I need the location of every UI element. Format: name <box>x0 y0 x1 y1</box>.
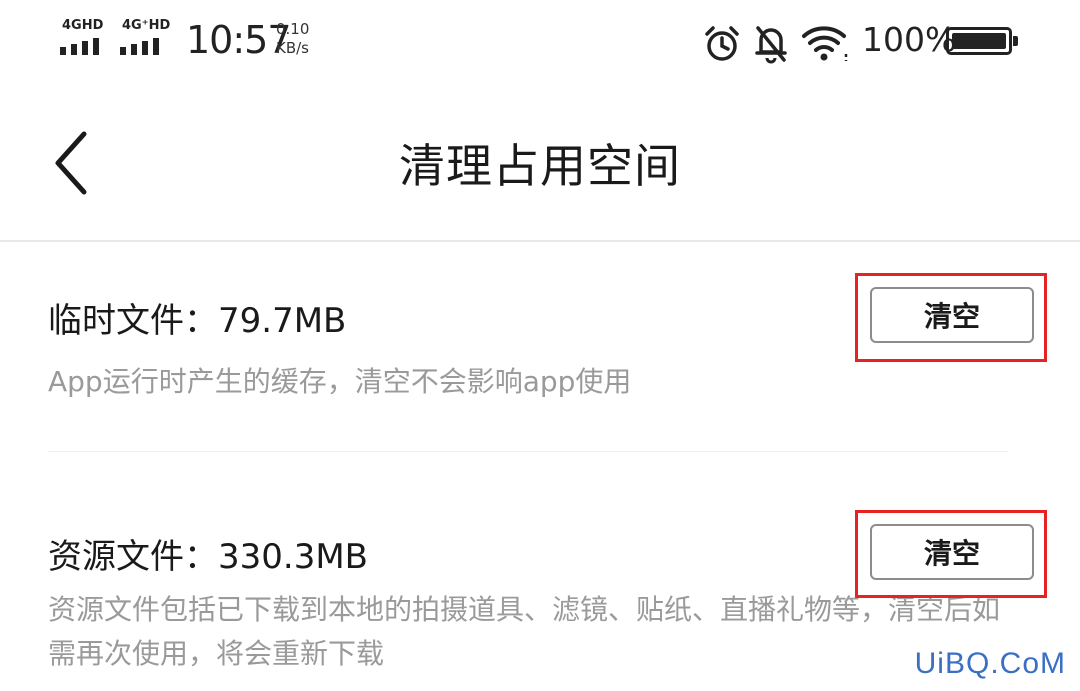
battery-percent: 100% <box>862 20 957 59</box>
status-time: 10:57 <box>186 18 292 62</box>
network-speed-unit: KB/s <box>276 39 309 57</box>
section-divider <box>48 451 1008 452</box>
resource-files-clear-button[interactable]: 清空 <box>870 524 1034 580</box>
wifi-icon <box>802 26 848 61</box>
temp-files-clear-highlight: 清空 <box>855 273 1047 362</box>
battery-icon <box>946 27 1018 55</box>
network-speed: 0.10 KB/s <box>276 20 309 58</box>
resource-files-description: 资源文件包括已下载到本地的拍摄道具、滤镜、贴纸、直播礼物等，清空后如需再次使用，… <box>48 593 1001 670</box>
temp-files-description: App运行时产生的缓存，清空不会影响app使用 <box>48 365 632 398</box>
page-title: 清理占用空间 <box>399 139 681 193</box>
sim2-network-label: 4G⁺HD <box>122 18 171 33</box>
temp-files-clear-button[interactable]: 清空 <box>870 287 1034 343</box>
resource-files-clear-highlight: 清空 <box>855 510 1047 598</box>
network-speed-value: 0.10 <box>276 20 310 38</box>
watermark: UiBQ.CoM <box>914 647 1066 680</box>
sim1-network-label: 4GHD <box>62 18 104 33</box>
bell-muted-icon <box>755 26 787 64</box>
status-bar: 4GHD 4G⁺HD 10:57 0.10 KB/s 100% <box>0 0 1080 90</box>
alarm-clock-icon <box>705 26 739 61</box>
nav-bar: 清理占用空间 <box>0 90 1080 242</box>
